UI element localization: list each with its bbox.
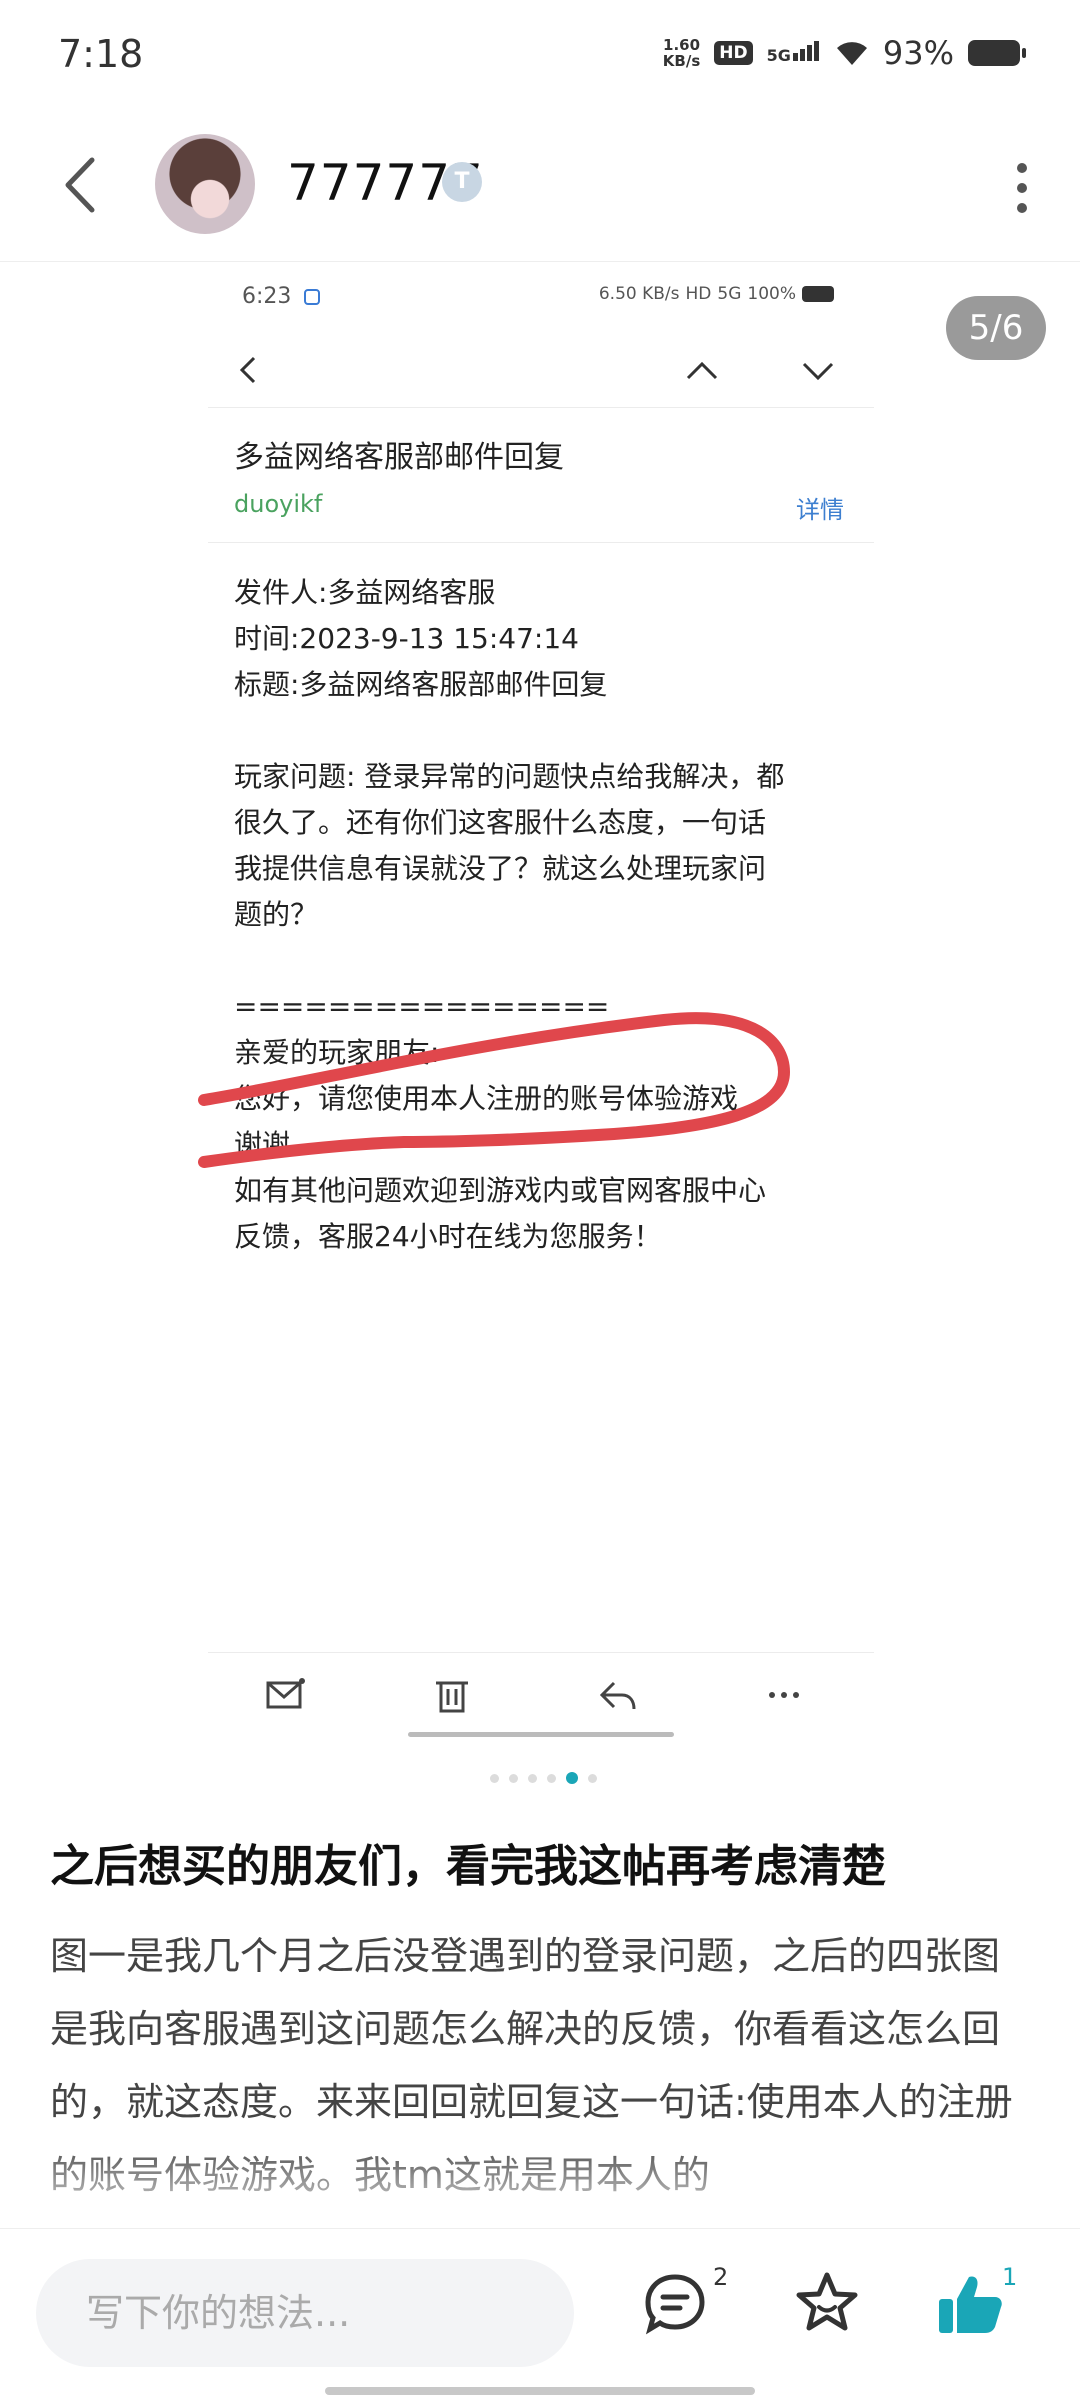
comment-button[interactable] bbox=[640, 2269, 710, 2339]
chevron-down-icon bbox=[802, 362, 834, 381]
content-fade bbox=[0, 2140, 1080, 2230]
mail-line: 发件人:多益网络客服 bbox=[234, 576, 496, 609]
carousel-dot bbox=[588, 1773, 597, 1783]
mail-line: 我提供信息有误就没了？就这么处理玩家问 bbox=[234, 852, 767, 885]
carousel-dot bbox=[528, 1773, 537, 1783]
carousel-indicator bbox=[490, 1772, 597, 1784]
battery-percent: 93% bbox=[882, 34, 954, 72]
mail-line bbox=[234, 938, 864, 984]
embedded-battery-percent: 100% bbox=[747, 284, 796, 304]
carousel-dot bbox=[490, 1773, 499, 1783]
mail-line: 亲爱的玩家朋友: bbox=[234, 1036, 440, 1069]
trash-icon bbox=[436, 1681, 468, 1713]
embedded-mail-nav bbox=[208, 332, 874, 408]
mail-line: 玩家问题: 登录异常的问题快点给我解决，都 bbox=[234, 760, 785, 793]
image-page-counter: 5/6 bbox=[946, 296, 1046, 360]
back-button[interactable] bbox=[56, 150, 106, 220]
like-count: 1 bbox=[1002, 2263, 1018, 2291]
mail-line: 很久了。还有你们这客服什么态度，一句话 bbox=[234, 806, 767, 839]
battery-icon bbox=[968, 40, 1026, 66]
embedded-network: 5G bbox=[717, 284, 742, 304]
chevron-left-icon bbox=[239, 356, 256, 384]
wifi-icon bbox=[836, 42, 867, 65]
like-button[interactable] bbox=[935, 2269, 1005, 2339]
carousel-dot bbox=[547, 1773, 556, 1783]
mail-line: 题的？ bbox=[234, 898, 319, 931]
mail-detail-link: 详情 bbox=[796, 496, 844, 524]
status-icons: 1.60 KB/s HD 5G 93% bbox=[662, 34, 1026, 72]
network-speed: 1.60 KB/s bbox=[662, 36, 701, 70]
reply-icon bbox=[599, 1681, 636, 1710]
post-title: 之后想买的朋友们，看完我这帖再考虑清楚 bbox=[50, 1841, 886, 1892]
avatar[interactable] bbox=[155, 134, 255, 234]
notification-icon bbox=[304, 289, 321, 305]
hd-icon: HD bbox=[714, 41, 753, 65]
mail-line bbox=[234, 708, 864, 754]
mail-line: 时间:2023-9-13 15:47:14 bbox=[234, 622, 579, 655]
post-header: 777777 T bbox=[0, 110, 1080, 262]
post-image[interactable]: 6:23 6.50 KB/s HD 5G 100% 多益网络客服部邮件回复 du… bbox=[198, 262, 874, 1737]
mail-sender: duoyikf bbox=[234, 490, 323, 518]
embedded-battery-icon bbox=[802, 286, 834, 302]
embedded-hd: HD bbox=[685, 284, 712, 304]
thumbs-up-icon bbox=[939, 2276, 1002, 2333]
more-options-button[interactable] bbox=[1004, 158, 1040, 214]
comment-count: 2 bbox=[713, 2263, 729, 2291]
bottom-action-bar: 写下你的想法... 2 1 bbox=[0, 2228, 1080, 2400]
mail-line: ================ bbox=[234, 990, 610, 1023]
mail-body: 发件人:多益网络客服时间:2023-9-13 15:47:14 标题:多益网络客服… bbox=[234, 570, 864, 1260]
embedded-home-indicator bbox=[408, 1732, 674, 1737]
status-time: 7:18 bbox=[58, 32, 144, 76]
divider bbox=[208, 542, 874, 543]
chevron-up-icon bbox=[686, 361, 718, 380]
level-badge: T bbox=[442, 162, 482, 202]
star-icon bbox=[796, 2272, 858, 2331]
embedded-status-bar: 6:23 6.50 KB/s HD 5G 100% bbox=[208, 262, 874, 332]
embedded-mail-toolbar bbox=[208, 1652, 874, 1737]
mail-line: 您好，请您使用本人注册的账号体验游戏 bbox=[234, 1082, 739, 1115]
carousel-dot bbox=[566, 1772, 578, 1784]
mail-subject: 多益网络客服部邮件回复 bbox=[234, 440, 564, 475]
comment-input[interactable]: 写下你的想法... bbox=[36, 2259, 574, 2367]
mail-icon bbox=[266, 1678, 305, 1709]
carousel-dot bbox=[509, 1773, 518, 1783]
mail-line: 标题:多益网络客服部邮件回复 bbox=[234, 668, 608, 701]
comment-icon bbox=[645, 2274, 705, 2335]
mail-line: 如有其他问题欢迎到游戏内或官网客服中心 bbox=[234, 1174, 767, 1207]
mail-line: 谢谢。 bbox=[234, 1128, 319, 1161]
favorite-button[interactable] bbox=[792, 2269, 862, 2339]
signal-icon: 5G bbox=[767, 41, 821, 65]
home-indicator bbox=[325, 2387, 755, 2395]
embedded-time: 6:23 bbox=[242, 284, 292, 309]
mail-line: 反馈，客服24小时在线为您服务！ bbox=[234, 1220, 662, 1253]
chevron-left-icon bbox=[65, 157, 95, 213]
more-horizontal-icon bbox=[769, 1692, 799, 1698]
status-bar: 7:18 1.60 KB/s HD 5G 93% bbox=[0, 0, 1080, 110]
embedded-speed: 6.50 KB/s bbox=[598, 284, 680, 304]
